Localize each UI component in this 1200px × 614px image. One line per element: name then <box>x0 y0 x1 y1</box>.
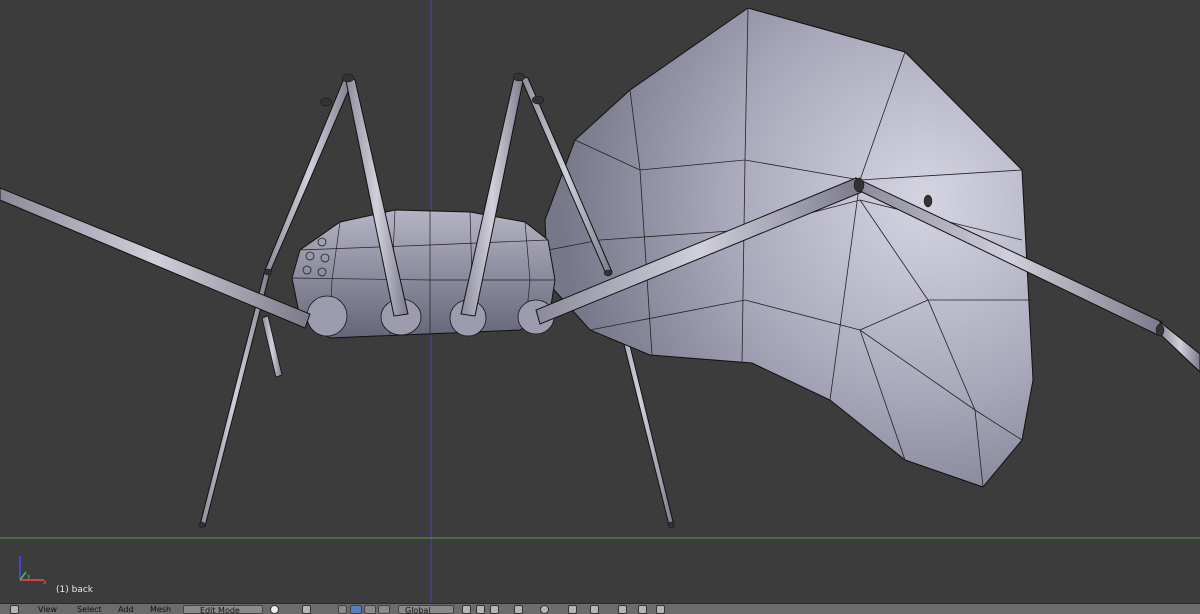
viewport-header: View Select Add Mesh Edit Mode Global <box>0 603 1200 614</box>
axis-widget: x y <box>10 550 50 590</box>
3d-viewport[interactable]: x y (1) back <box>0 0 1200 603</box>
axis-y-label: y <box>27 573 31 580</box>
viewport-scene[interactable] <box>0 0 1200 603</box>
cephalothorax-mesh <box>261 209 556 378</box>
abdomen-mesh <box>544 7 1034 488</box>
object-label: (1) back <box>56 585 93 595</box>
leg-front-left-long <box>0 187 311 329</box>
axis-x-label: x <box>43 579 47 586</box>
